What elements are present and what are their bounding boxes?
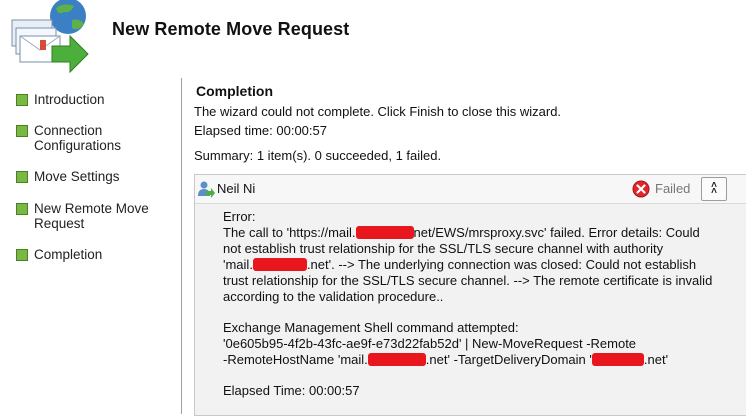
status-label: Failed [655,181,691,196]
redaction-mark [591,353,644,366]
result-header: Neil Ni Failed ˄ ˄ [195,175,746,204]
error-detail-line: The call to 'https://mail. net/EWS/mrspro… [223,225,700,240]
collapse-button[interactable]: ˄ ˄ [701,177,727,201]
step-move-settings[interactable]: Move Settings [16,169,174,184]
step-connection-configurations[interactable]: Connection Configurations [16,123,174,153]
error-label: Error: [223,209,256,224]
step-label: Completion [34,247,103,262]
step-status-icon [16,249,28,261]
redaction-mark [355,226,414,239]
step-label: Introduction [34,92,105,107]
summary-text: Summary: 1 item(s). 0 succeeded, 1 faile… [194,148,442,163]
result-panel: Neil Ni Failed ˄ ˄ Error: The call to 'h… [194,174,746,416]
user-name: Neil Ni [217,181,256,196]
error-detail-line: not establish trust relationship for the… [223,241,664,256]
step-status-icon [16,125,28,137]
step-status-icon [16,94,28,106]
error-detail-line: according to the validation procedure.. [223,289,444,304]
step-status-icon [16,171,28,183]
wizard-title: New Remote Move Request [112,19,350,39]
error-detail-line: trust relationship for the SSL/TLS secur… [223,273,713,288]
step-new-remote-move-request[interactable]: New Remote Move Request [16,201,174,231]
wizard-steps-pane: Introduction Connection Configurations M… [0,78,181,414]
command-line: '0e605b95-4f2b-43fc-ae9f-e73d22fab52d' |… [223,336,637,351]
error-icon [632,180,650,198]
command-label: Exchange Management Shell command attemp… [223,320,519,335]
error-detail-line: 'mail. .net'. --> The underlying connecti… [223,257,697,272]
exchange-wizard-icon [11,0,89,74]
step-status-icon [16,203,28,215]
wizard-header: New Remote Move Request [0,0,746,78]
section-title: Completion [196,83,273,99]
step-introduction[interactable]: Introduction [16,92,174,107]
mailbox-user-icon [198,181,215,198]
step-label: Connection Configurations [34,123,122,153]
error-elapsed-time: Elapsed Time: 00:00:57 [223,383,360,398]
step-label: Move Settings [34,169,120,184]
step-label: New Remote Move Request [34,201,149,231]
command-line: -RemoteHostName 'mail. .net' -TargetDeliv… [223,352,669,367]
completion-message: The wizard could not complete. Click Fin… [194,104,562,119]
redaction-mark [252,258,307,271]
chevron-up-icon: ˄ [711,186,717,197]
step-completion[interactable]: Completion [16,247,174,262]
content-pane: Completion The wizard could not complete… [182,78,746,416]
redaction-mark [367,353,426,366]
elapsed-time: Elapsed time: 00:00:57 [194,123,327,138]
